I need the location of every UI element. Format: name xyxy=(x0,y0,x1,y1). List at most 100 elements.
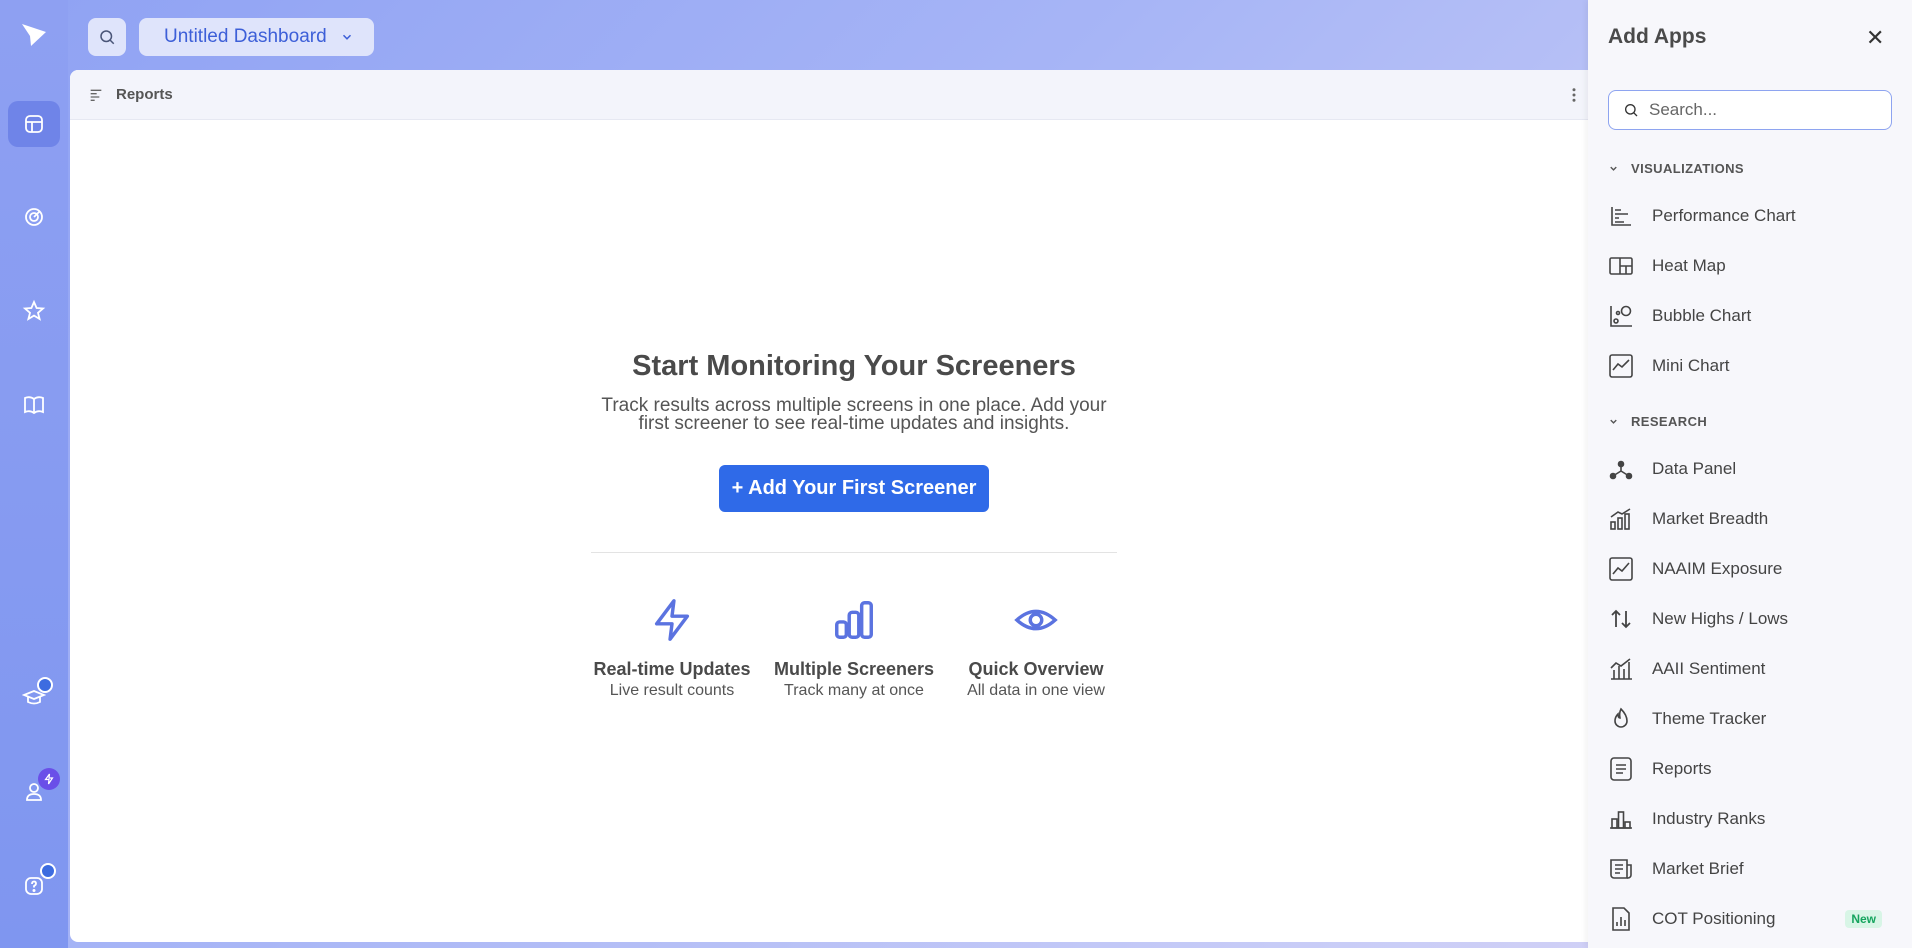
app-item-label: Performance Chart xyxy=(1652,206,1796,225)
add-apps-drawer: Add Apps ✕ VISUALIZATIONS Performance Ch… xyxy=(1588,0,1912,948)
feature-desc: Track many at once xyxy=(784,682,924,699)
app-logo-icon[interactable] xyxy=(19,20,49,50)
app-item-label: Mini Chart xyxy=(1652,356,1730,375)
add-first-screener-button[interactable]: + Add Your First Screener xyxy=(718,465,990,512)
app-item-naaim-exposure[interactable]: NAAIM Exposure xyxy=(1608,549,1892,589)
new-highs-lows-icon xyxy=(1611,609,1631,629)
app-item-reports[interactable]: Reports xyxy=(1608,749,1892,789)
app-item-label: Theme Tracker xyxy=(1652,709,1767,728)
feature-title: Real-time Updates xyxy=(593,659,751,679)
radar-icon xyxy=(25,208,43,226)
empty-state: Start Monitoring Your Screeners Track re… xyxy=(570,350,1138,700)
app-item-mini-chart[interactable]: Mini Chart xyxy=(1608,346,1892,386)
feature-title: Quick Overview xyxy=(968,659,1104,679)
app-item-label: Market Breadth xyxy=(1652,509,1769,528)
chevron-down-icon xyxy=(1610,166,1617,171)
notification-dot xyxy=(37,677,53,693)
feature-desc: Live result counts xyxy=(609,682,735,699)
more-options-icon[interactable] xyxy=(1565,86,1583,104)
left-rail xyxy=(0,0,68,948)
search-icon xyxy=(1625,104,1638,117)
app-search-field[interactable] xyxy=(1608,90,1892,130)
app-item-label: Reports xyxy=(1652,759,1712,778)
divider xyxy=(591,552,1117,553)
empty-state-heading: Start Monitoring Your Screeners xyxy=(632,350,1076,382)
account-nav-button[interactable] xyxy=(8,768,60,815)
help-icon xyxy=(25,877,43,895)
top-bar: Untitled Dashboard xyxy=(68,0,1588,70)
mini-chart-icon xyxy=(1609,354,1633,378)
learn-nav-button[interactable] xyxy=(8,382,60,428)
app-item-new-highs-lows[interactable]: New Highs / Lows xyxy=(1608,599,1892,639)
app-item-label: Bubble Chart xyxy=(1652,306,1752,325)
section-research[interactable]: RESEARCH xyxy=(1608,414,1707,429)
app-item-label: AAII Sentiment xyxy=(1652,659,1766,678)
dashboard-nav-button[interactable] xyxy=(8,101,60,147)
eye-icon xyxy=(1014,609,1058,631)
reports-panel-icon xyxy=(90,89,102,101)
star-icon xyxy=(22,299,46,321)
aaii-sentiment-icon xyxy=(1610,658,1632,680)
empty-state-description: Track results across multiple screens in… xyxy=(601,395,1107,434)
dashboard-selector[interactable]: Untitled Dashboard xyxy=(139,18,374,56)
app-search-input[interactable] xyxy=(1649,100,1869,120)
watchlist-nav-button[interactable] xyxy=(8,288,60,334)
cot-positioning-icon xyxy=(1612,907,1630,931)
feature-item: Multiple Screeners Track many at once xyxy=(763,597,945,700)
dashboard-icon xyxy=(25,115,43,133)
global-search-button[interactable] xyxy=(88,18,126,56)
app-item-cot-positioning[interactable]: COT Positioning New xyxy=(1608,899,1892,939)
dashboard-name: Untitled Dashboard xyxy=(164,26,327,47)
feature-list: Real-time Updates Live result counts Mul… xyxy=(570,597,1138,700)
feature-title: Multiple Screeners xyxy=(773,659,935,679)
education-nav-button[interactable] xyxy=(8,675,60,721)
chevron-down-icon xyxy=(1610,419,1617,424)
app-item-label: Heat Map xyxy=(1652,256,1726,275)
data-panel-icon xyxy=(1609,460,1633,480)
reports-icon xyxy=(1610,757,1632,781)
app-item-bubble-chart[interactable]: Bubble Chart xyxy=(1608,296,1892,336)
app-item-heat-map[interactable]: Heat Map xyxy=(1608,246,1892,286)
panel-title: Reports xyxy=(116,86,173,103)
app-item-data-panel[interactable]: Data Panel xyxy=(1608,449,1892,489)
reports-panel: Reports Start Monitoring Your Screeners … xyxy=(70,70,1590,942)
app-item-market-brief[interactable]: Market Brief xyxy=(1608,849,1892,889)
new-badge: New xyxy=(1845,910,1882,928)
app-item-theme-tracker[interactable]: Theme Tracker xyxy=(1608,699,1892,739)
help-nav-button[interactable] xyxy=(8,863,60,909)
app-item-market-breadth[interactable]: Market Breadth xyxy=(1608,499,1892,539)
flame-icon xyxy=(1614,707,1628,728)
industry-ranks-icon xyxy=(1610,811,1632,829)
app-item-label: NAAIM Exposure xyxy=(1652,559,1783,578)
feature-desc: All data in one view xyxy=(967,682,1105,699)
app-item-aaii-sentiment[interactable]: AAII Sentiment xyxy=(1608,649,1892,689)
chevron-down-icon xyxy=(342,34,352,40)
app-item-label: Market Brief xyxy=(1652,859,1744,878)
panel-header: Reports xyxy=(70,70,1590,120)
feature-item: Real-time Updates Live result counts xyxy=(581,597,763,700)
notification-dot xyxy=(40,863,56,879)
lightning-icon xyxy=(44,773,54,785)
lightning-icon xyxy=(654,599,690,641)
section-visualizations[interactable]: VISUALIZATIONS xyxy=(1608,161,1744,176)
upgrade-badge xyxy=(38,768,60,790)
market-brief-icon xyxy=(1610,859,1632,879)
screener-nav-button[interactable] xyxy=(8,194,60,240)
section-label: VISUALIZATIONS xyxy=(1631,161,1744,176)
drawer-title: Add Apps xyxy=(1608,25,1707,48)
book-icon xyxy=(24,396,44,415)
app-item-label: New Highs / Lows xyxy=(1652,609,1789,628)
search-icon xyxy=(100,30,115,45)
app-item-label: Industry Ranks xyxy=(1652,809,1766,828)
app-item-label: COT Positioning xyxy=(1652,909,1776,928)
market-breadth-icon xyxy=(1610,508,1631,530)
bubble-chart-icon xyxy=(1610,305,1632,327)
close-icon[interactable]: ✕ xyxy=(1866,27,1884,49)
app-item-performance-chart[interactable]: Performance Chart xyxy=(1608,196,1892,236)
performance-chart-icon xyxy=(1611,207,1631,226)
heat-map-icon xyxy=(1609,257,1633,275)
app-item-label: Data Panel xyxy=(1652,459,1737,478)
section-label: RESEARCH xyxy=(1631,414,1708,429)
app-item-industry-ranks[interactable]: Industry Ranks xyxy=(1608,799,1892,839)
bar-chart-icon xyxy=(835,601,873,639)
